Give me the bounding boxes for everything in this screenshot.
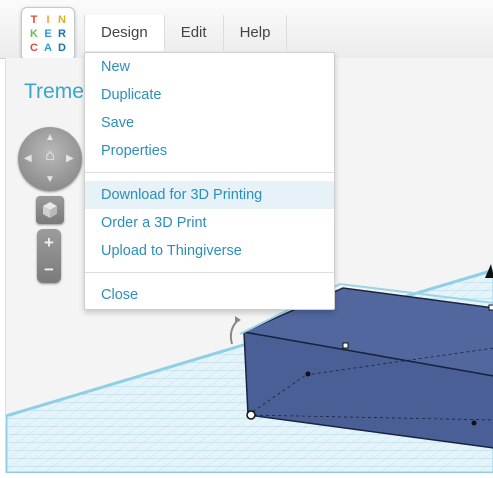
menu-separator [85,272,334,273]
pan-down-icon[interactable]: ▼ [45,175,55,185]
cube-icon [43,202,57,218]
zoom-control: + − [37,229,61,283]
menu-item-download-3d-printing[interactable]: Download for 3D Printing [85,181,334,209]
menu-item-properties[interactable]: Properties [85,137,334,165]
logo-letter: R [58,27,66,40]
tinkercad-logo[interactable]: T I N K E R C A D [21,7,75,61]
resize-handle[interactable] [246,410,256,420]
design-title[interactable]: Treme [24,80,84,104]
menu-item-duplicate[interactable]: Duplicate [85,81,334,109]
resize-handle[interactable] [342,342,349,349]
shape-center-dot [305,371,311,377]
logo-letter: N [58,13,66,26]
menu-item-save[interactable]: Save [85,109,334,137]
pan-right-icon[interactable]: ▶ [66,154,74,164]
logo-letter: E [44,27,52,40]
logo-letter: K [30,27,38,40]
menu-edit[interactable]: Edit [165,15,224,51]
logo-letter: A [44,41,52,54]
home-view-icon[interactable]: ⌂ [41,147,59,165]
logo-letter: I [46,13,50,26]
menu-item-upload-thingiverse[interactable]: Upload to Thingiverse [85,237,334,265]
view-cube-button[interactable] [36,196,64,224]
logo-letter: T [30,13,38,26]
menubar: Design Edit Help [84,15,288,51]
pan-up-icon[interactable]: ▲ [45,133,55,143]
resize-handle[interactable] [471,420,477,426]
logo-letter: D [58,41,66,54]
zoom-out-button[interactable]: − [37,256,61,283]
design-dropdown-menu: New Duplicate Save Properties Download f… [84,52,335,310]
pan-left-icon[interactable]: ◀ [24,154,32,164]
top-toolbar: T I N K E R C A D Design Edit Help [0,0,493,61]
resize-handle[interactable] [488,304,493,311]
menu-item-new[interactable]: New [85,53,334,81]
rotate-handle-icon[interactable] [229,319,239,345]
menu-help[interactable]: Help [224,15,288,51]
menu-design[interactable]: Design [84,15,165,51]
menu-separator [85,172,334,173]
menu-item-close[interactable]: Close [85,281,334,309]
zoom-in-button[interactable]: + [37,229,61,256]
menu-item-order-3d-print[interactable]: Order a 3D Print [85,209,334,237]
view-navigation-ring[interactable]: ▲ ▼ ◀ ▶ ⌂ [18,127,82,191]
logo-letter: C [30,41,38,54]
